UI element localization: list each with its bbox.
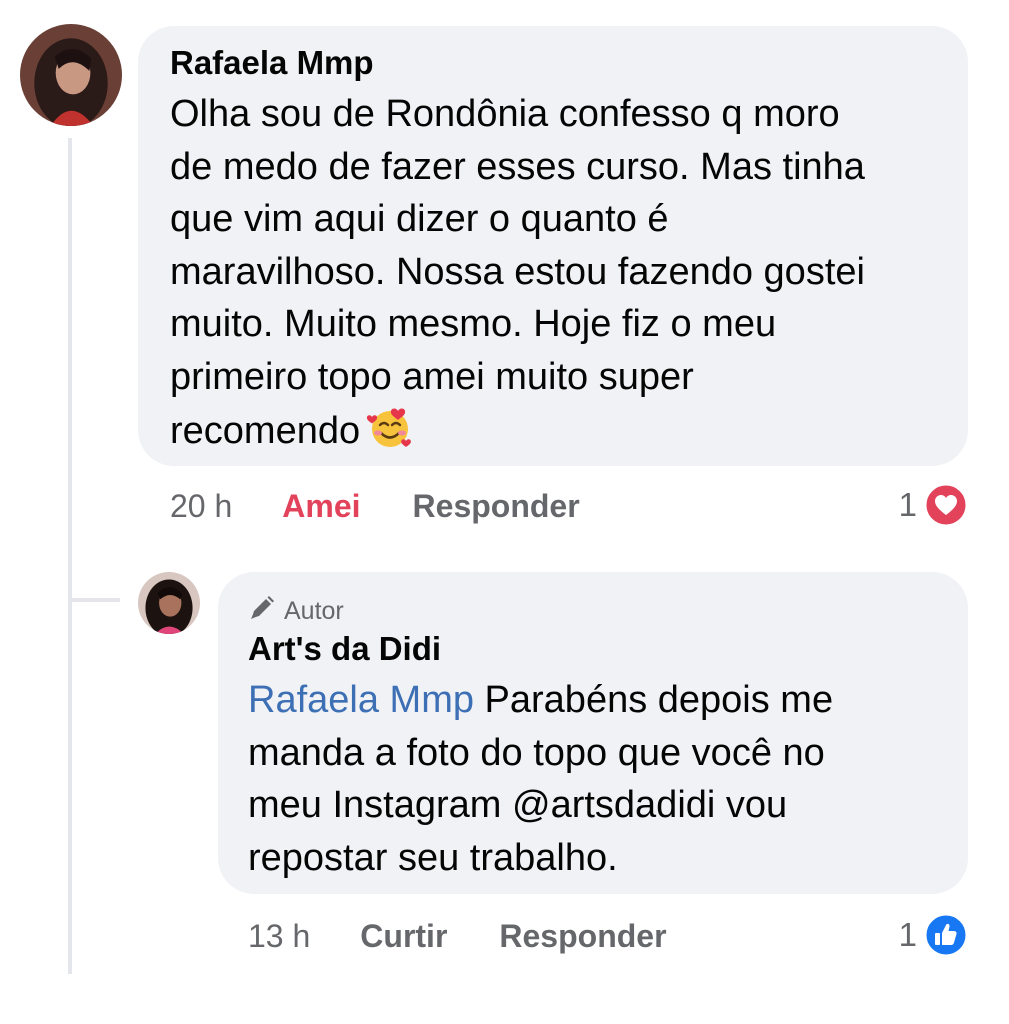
comment-actions: 20 h Amei Responder <box>170 486 632 526</box>
reply-connector <box>68 598 120 602</box>
avatar[interactable] <box>20 24 122 126</box>
react-button[interactable]: Amei <box>282 488 360 525</box>
reaction-count: 1 <box>898 486 917 523</box>
smiling-face-with-hearts-icon <box>366 403 414 451</box>
comment-author[interactable]: Rafaela Mmp <box>170 44 374 82</box>
author-badge-label: Autor <box>284 597 344 625</box>
reaction-summary[interactable]: 1 <box>899 482 969 528</box>
heart-icon <box>923 482 969 528</box>
comment-bubble: Rafaela Mmp Olha sou de Rondônia confess… <box>138 26 968 466</box>
author-badge: Autor <box>248 594 344 629</box>
comment-author[interactable]: Art's da Didi <box>248 630 441 668</box>
comment-text: Olha sou de Rondônia confesso q moro de … <box>170 88 960 458</box>
thread-line <box>68 138 72 974</box>
reply-button[interactable]: Responder <box>413 488 580 525</box>
comment-actions: 13 h Curtir Responder <box>248 916 719 956</box>
like-icon <box>923 912 969 958</box>
comment-body: Olha sou de Rondônia confesso q moro de … <box>170 93 865 452</box>
avatar[interactable] <box>138 572 200 634</box>
comment-timestamp[interactable]: 13 h <box>248 918 310 955</box>
pen-icon <box>248 594 276 629</box>
like-button[interactable]: Curtir <box>360 918 447 955</box>
reply-button[interactable]: Responder <box>499 918 666 955</box>
mention-link[interactable]: Rafaela Mmp <box>248 679 474 721</box>
reply-bubble: Autor Art's da Didi Rafaela Mmp Parabéns… <box>218 572 968 894</box>
comment-text: Rafaela Mmp Parabéns depois me manda a f… <box>248 674 948 884</box>
reaction-count: 1 <box>898 916 917 953</box>
reaction-summary[interactable]: 1 <box>899 912 969 958</box>
comment-timestamp[interactable]: 20 h <box>170 488 232 525</box>
